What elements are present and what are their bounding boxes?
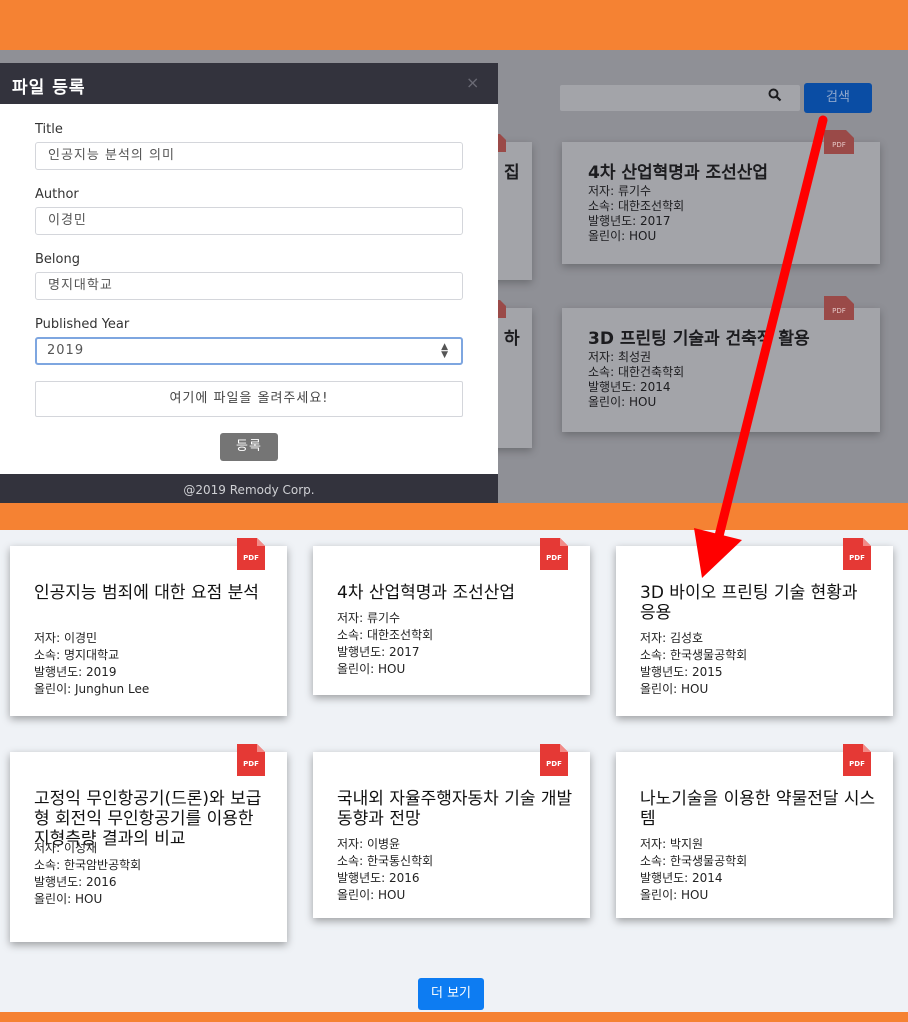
belong-field[interactable]: 명지대학교	[35, 272, 463, 300]
author-label: Author	[35, 187, 79, 202]
pdf-icon: PDF	[843, 744, 871, 776]
upload-modal-screenshot: 검색 집 하 PDF 4차 산업혁명과 조선산업 저자: 류기수 소속: 대한조…	[0, 50, 908, 503]
pdf-icon: PDF	[237, 538, 265, 570]
pdf-icon: PDF	[540, 538, 568, 570]
year-stepper[interactable]: 2019 ▲ ▼	[35, 337, 463, 365]
paper-card-grid: PDF 인공지능 범죄에 대한 요점 분석 저자: 이경민 소속: 명지대학교 …	[0, 530, 908, 1012]
background-card[interactable]: PDF 4차 산업혁명과 조선산업 저자: 류기수 소속: 대한조선학회 발행년…	[562, 130, 880, 264]
card-title: 3D 바이오 프린팅 기술 현황과 응용	[640, 583, 858, 623]
orange-frame-top	[0, 0, 908, 50]
pdf-icon: PDF	[824, 130, 854, 154]
register-button[interactable]: 등록	[220, 433, 278, 461]
card-title: 인공지능 범죄에 대한 요점 분석	[34, 583, 259, 603]
card-title: 하	[504, 329, 520, 349]
paper-card[interactable]: PDF 4차 산업혁명과 조선산업 저자: 류기수 소속: 대한조선학회 발행년…	[313, 538, 590, 695]
card-meta: 저자: 김성호 소속: 한국생물공학회 발행년도: 2015 올린이: HOU	[640, 631, 748, 696]
modal-header: 파일 등록 ×	[0, 63, 498, 104]
paper-card[interactable]: PDF 인공지능 범죄에 대한 요점 분석 저자: 이경민 소속: 명지대학교 …	[10, 538, 287, 716]
orange-frame-bottom	[0, 1012, 908, 1022]
paper-card[interactable]: PDF 고정익 무인항공기(드론)와 보급형 회전익 무인항공기를 이용한 지형…	[10, 744, 287, 942]
year-label: Published Year	[35, 317, 130, 332]
card-title: 3D 프린팅 기술과 건축적 활용	[588, 329, 810, 349]
card-title: 나노기술을 이용한 약물전달 시스템	[640, 789, 876, 829]
search-icon[interactable]	[768, 88, 782, 106]
file-register-modal: 파일 등록 × Title 인공지능 분석의 의미 Author 이경민 Bel…	[0, 63, 498, 503]
pdf-icon: PDF	[824, 296, 854, 320]
svg-text:PDF: PDF	[546, 760, 562, 768]
background-card[interactable]: PDF 3D 프린팅 기술과 건축적 활용 저자: 최성권 소속: 대한건축학회…	[562, 296, 880, 432]
card-meta: 저자: 박지원 소속: 한국생물공학회 발행년도: 2014 올린이: HOU	[640, 837, 748, 902]
orange-frame-divider	[0, 503, 908, 530]
year-value: 2019	[47, 343, 85, 358]
search-input[interactable]	[560, 85, 800, 111]
author-field[interactable]: 이경민	[35, 207, 463, 235]
card-title: 집	[504, 163, 520, 183]
pdf-icon: PDF	[237, 744, 265, 776]
file-drop-zone[interactable]: 여기에 파일을 올려주세요!	[35, 381, 463, 417]
card-meta: 저자: 이성재 소속: 한국암반공학회 발행년도: 2016 올린이: HOU	[34, 841, 142, 906]
title-label: Title	[35, 122, 63, 137]
modal-title: 파일 등록	[12, 78, 86, 98]
pdf-icon: PDF	[843, 538, 871, 570]
svg-text:PDF: PDF	[243, 554, 259, 562]
modal-footer: @2019 Remody Corp.	[0, 474, 498, 503]
belong-label: Belong	[35, 252, 80, 267]
card-meta: 저자: 최성권 소속: 대한건축학회 발행년도: 2014 올린이: HOU	[588, 350, 685, 409]
card-title: 4차 산업혁명과 조선산업	[588, 163, 769, 183]
paper-card[interactable]: PDF 나노기술을 이용한 약물전달 시스템 저자: 박지원 소속: 한국생물공…	[616, 744, 893, 918]
close-icon[interactable]: ×	[466, 73, 479, 92]
paper-card[interactable]: PDF 3D 바이오 프린팅 기술 현황과 응용 저자: 김성호 소속: 한국생…	[616, 538, 893, 716]
svg-text:PDF: PDF	[832, 141, 846, 149]
svg-text:PDF: PDF	[849, 554, 865, 562]
svg-text:PDF: PDF	[243, 760, 259, 768]
svg-text:PDF: PDF	[546, 554, 562, 562]
title-field[interactable]: 인공지능 분석의 의미	[35, 142, 463, 170]
card-meta: 저자: 이병윤 소속: 한국통신학회 발행년도: 2016 올린이: HOU	[337, 837, 434, 902]
load-more-button[interactable]: 더 보기	[418, 978, 484, 1010]
paper-card[interactable]: PDF 국내외 자율주행자동차 기술 개발 동향과 전망 저자: 이병윤 소속:…	[313, 744, 590, 918]
card-title: 4차 산업혁명과 조선산업	[337, 583, 516, 603]
card-meta: 저자: 류기수 소속: 대한조선학회 발행년도: 2017 올린이: HOU	[337, 611, 434, 676]
svg-text:PDF: PDF	[849, 760, 865, 768]
svg-text:PDF: PDF	[832, 307, 846, 315]
search-button[interactable]: 검색	[804, 83, 872, 113]
card-meta: 저자: 류기수 소속: 대한조선학회 발행년도: 2017 올린이: HOU	[588, 184, 685, 243]
pdf-icon: PDF	[540, 744, 568, 776]
card-meta: 저자: 이경민 소속: 명지대학교 발행년도: 2019 올린이: Junghu…	[34, 631, 150, 696]
card-title: 국내외 자율주행자동차 기술 개발 동향과 전망	[337, 789, 573, 829]
spinner-icon[interactable]: ▲ ▼	[441, 343, 449, 360]
